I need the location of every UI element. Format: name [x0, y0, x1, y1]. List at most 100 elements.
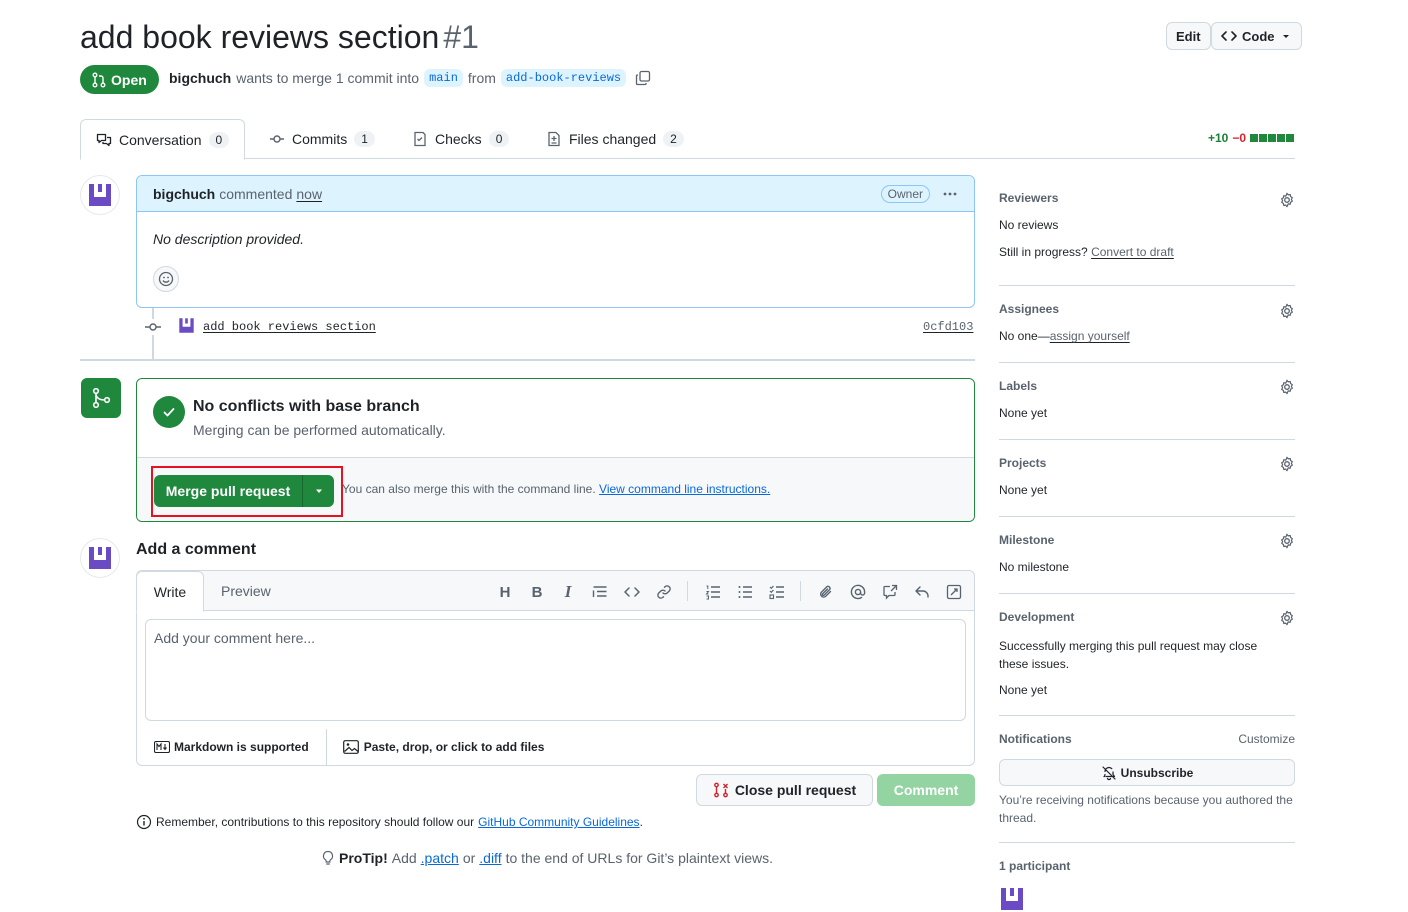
commit-sha[interactable]: 0cfd103	[923, 320, 973, 334]
sidebar-heading[interactable]: Labels	[999, 379, 1295, 393]
pr-tabs: Conversation 0 Commits 1 Checks 0 Files …	[80, 119, 1295, 160]
sidebar-divider	[999, 362, 1295, 363]
commit-avatar[interactable]	[178, 317, 195, 334]
gear-icon[interactable]	[1279, 192, 1295, 208]
comment-time[interactable]: now	[296, 186, 322, 202]
quote-icon[interactable]	[591, 583, 609, 601]
kebab-horizontal-icon[interactable]	[942, 186, 958, 202]
caret-down-icon	[1280, 30, 1292, 42]
sidebar-heading[interactable]: Assignees	[999, 302, 1295, 316]
timeline-divider	[80, 359, 975, 361]
sidebar-heading[interactable]: Projects	[999, 456, 1295, 470]
link-icon[interactable]	[655, 583, 673, 601]
progress-text: Still in progress?	[999, 245, 1088, 259]
task-list-icon[interactable]	[768, 583, 786, 601]
cross-reference-icon[interactable]	[881, 583, 899, 601]
participant-avatar[interactable]	[999, 886, 1295, 912]
merge-text: wants to merge 1 commit into	[236, 70, 420, 86]
comment-button[interactable]: Comment	[877, 774, 975, 806]
sidebar-labels: Labels None yet	[999, 379, 1295, 420]
owner-badge: Owner	[880, 184, 930, 203]
close-pull-request-button[interactable]: Close pull request	[696, 774, 873, 806]
sidebar-divider	[999, 593, 1295, 594]
protip-pre: Add	[391, 850, 417, 866]
footer-divider	[325, 729, 327, 765]
protip-or: or	[462, 850, 476, 866]
merge-hint-text: You can also merge this with the command…	[342, 482, 596, 496]
sidebar-heading[interactable]: Reviewers	[999, 191, 1295, 205]
base-branch[interactable]: main	[424, 69, 463, 87]
diffstat-bar	[1250, 134, 1295, 142]
comment-textarea[interactable]: Add your comment here...	[145, 619, 966, 721]
info-icon	[136, 814, 152, 830]
fullscreen-icon[interactable]	[945, 583, 963, 601]
status-label: Open	[111, 71, 147, 88]
protip-post: to the end of URLs for Git’s plaintext v…	[505, 850, 773, 866]
git-merge-icon	[81, 378, 121, 418]
gear-icon[interactable]	[1279, 379, 1295, 395]
tab-conversation[interactable]: Conversation 0	[80, 119, 246, 160]
unordered-list-icon[interactable]	[736, 583, 754, 601]
gear-icon[interactable]	[1279, 610, 1295, 626]
sidebar-value: No one—	[999, 329, 1050, 343]
avatar[interactable]	[80, 538, 120, 578]
community-guidelines-link[interactable]: GitHub Community Guidelines	[478, 815, 639, 829]
tab-files-changed[interactable]: Files changed 2	[546, 119, 684, 159]
pr-number: #1	[443, 19, 479, 55]
command-line-link[interactable]: View command line instructions.	[599, 482, 770, 496]
sidebar-heading[interactable]: Development	[999, 610, 1295, 624]
author-link[interactable]: bigchuch	[169, 70, 231, 86]
protip: ProTip! Add .patch or .diff to the end o…	[321, 850, 773, 866]
code-button[interactable]: Code	[1211, 22, 1302, 50]
ordered-list-icon[interactable]	[704, 583, 722, 601]
head-branch[interactable]: add-book-reviews	[500, 69, 627, 87]
toolbar-divider	[800, 581, 801, 601]
mention-icon[interactable]	[849, 583, 867, 601]
editor-tabs: Write Preview H B I	[136, 571, 974, 612]
tab-label: Files changed	[569, 131, 657, 147]
assign-yourself-link[interactable]: assign yourself	[1050, 329, 1130, 343]
code-icon	[1221, 28, 1237, 44]
sidebar-participants: 1 participant	[999, 859, 1295, 912]
sidebar-value: No milestone	[999, 560, 1070, 574]
copy-icon[interactable]	[635, 70, 651, 86]
merge-title: No conflicts with base branch	[193, 398, 420, 415]
diffstat: +10 −0	[1208, 131, 1295, 145]
paperclip-icon[interactable]	[817, 583, 835, 601]
sidebar-divider	[999, 439, 1295, 440]
attach-files-link[interactable]: Paste, drop, or click to add files	[342, 740, 544, 754]
sidebar-value: None yet	[999, 683, 1048, 697]
tab-checks[interactable]: Checks 0	[412, 119, 510, 159]
convert-to-draft-link[interactable]: Convert to draft	[1091, 245, 1174, 259]
comment-box: bigchuch commented now Owner No descript…	[136, 175, 975, 308]
image-icon	[342, 740, 359, 754]
gear-icon[interactable]	[1279, 533, 1295, 549]
diff-link[interactable]: .diff	[479, 850, 501, 866]
heading-icon[interactable]: H	[496, 583, 514, 601]
gear-icon[interactable]	[1279, 456, 1295, 472]
tab-count: 0	[208, 131, 230, 148]
unsubscribe-label: Unsubscribe	[1120, 765, 1194, 780]
unsubscribe-button[interactable]: Unsubscribe	[999, 759, 1295, 786]
markdown-link[interactable]: Markdown is supported	[154, 740, 309, 754]
code-icon[interactable]	[623, 583, 641, 601]
commit-message[interactable]: add book reviews section	[203, 320, 376, 334]
add-reaction-button[interactable]	[153, 266, 179, 292]
guidelines-end: .	[639, 815, 643, 829]
bold-icon[interactable]: B	[528, 583, 546, 601]
customize-link[interactable]: Customize	[1238, 732, 1295, 746]
git-pull-request-closed-icon	[713, 782, 729, 798]
tab-commits[interactable]: Commits 1	[269, 119, 375, 159]
comment-header: bigchuch commented now Owner	[137, 176, 974, 212]
sidebar-heading[interactable]: Milestone	[999, 533, 1295, 547]
gear-icon[interactable]	[1279, 303, 1295, 319]
reply-icon[interactable]	[913, 583, 931, 601]
sidebar-projects: Projects None yet	[999, 456, 1295, 497]
comment-author[interactable]: bigchuch	[153, 186, 215, 202]
patch-link[interactable]: .patch	[421, 850, 459, 866]
tab-preview[interactable]: Preview	[221, 571, 271, 611]
tab-write[interactable]: Write	[136, 571, 204, 612]
avatar[interactable]	[80, 175, 120, 215]
edit-button[interactable]: Edit	[1166, 22, 1211, 50]
italic-icon[interactable]: I	[559, 582, 577, 601]
